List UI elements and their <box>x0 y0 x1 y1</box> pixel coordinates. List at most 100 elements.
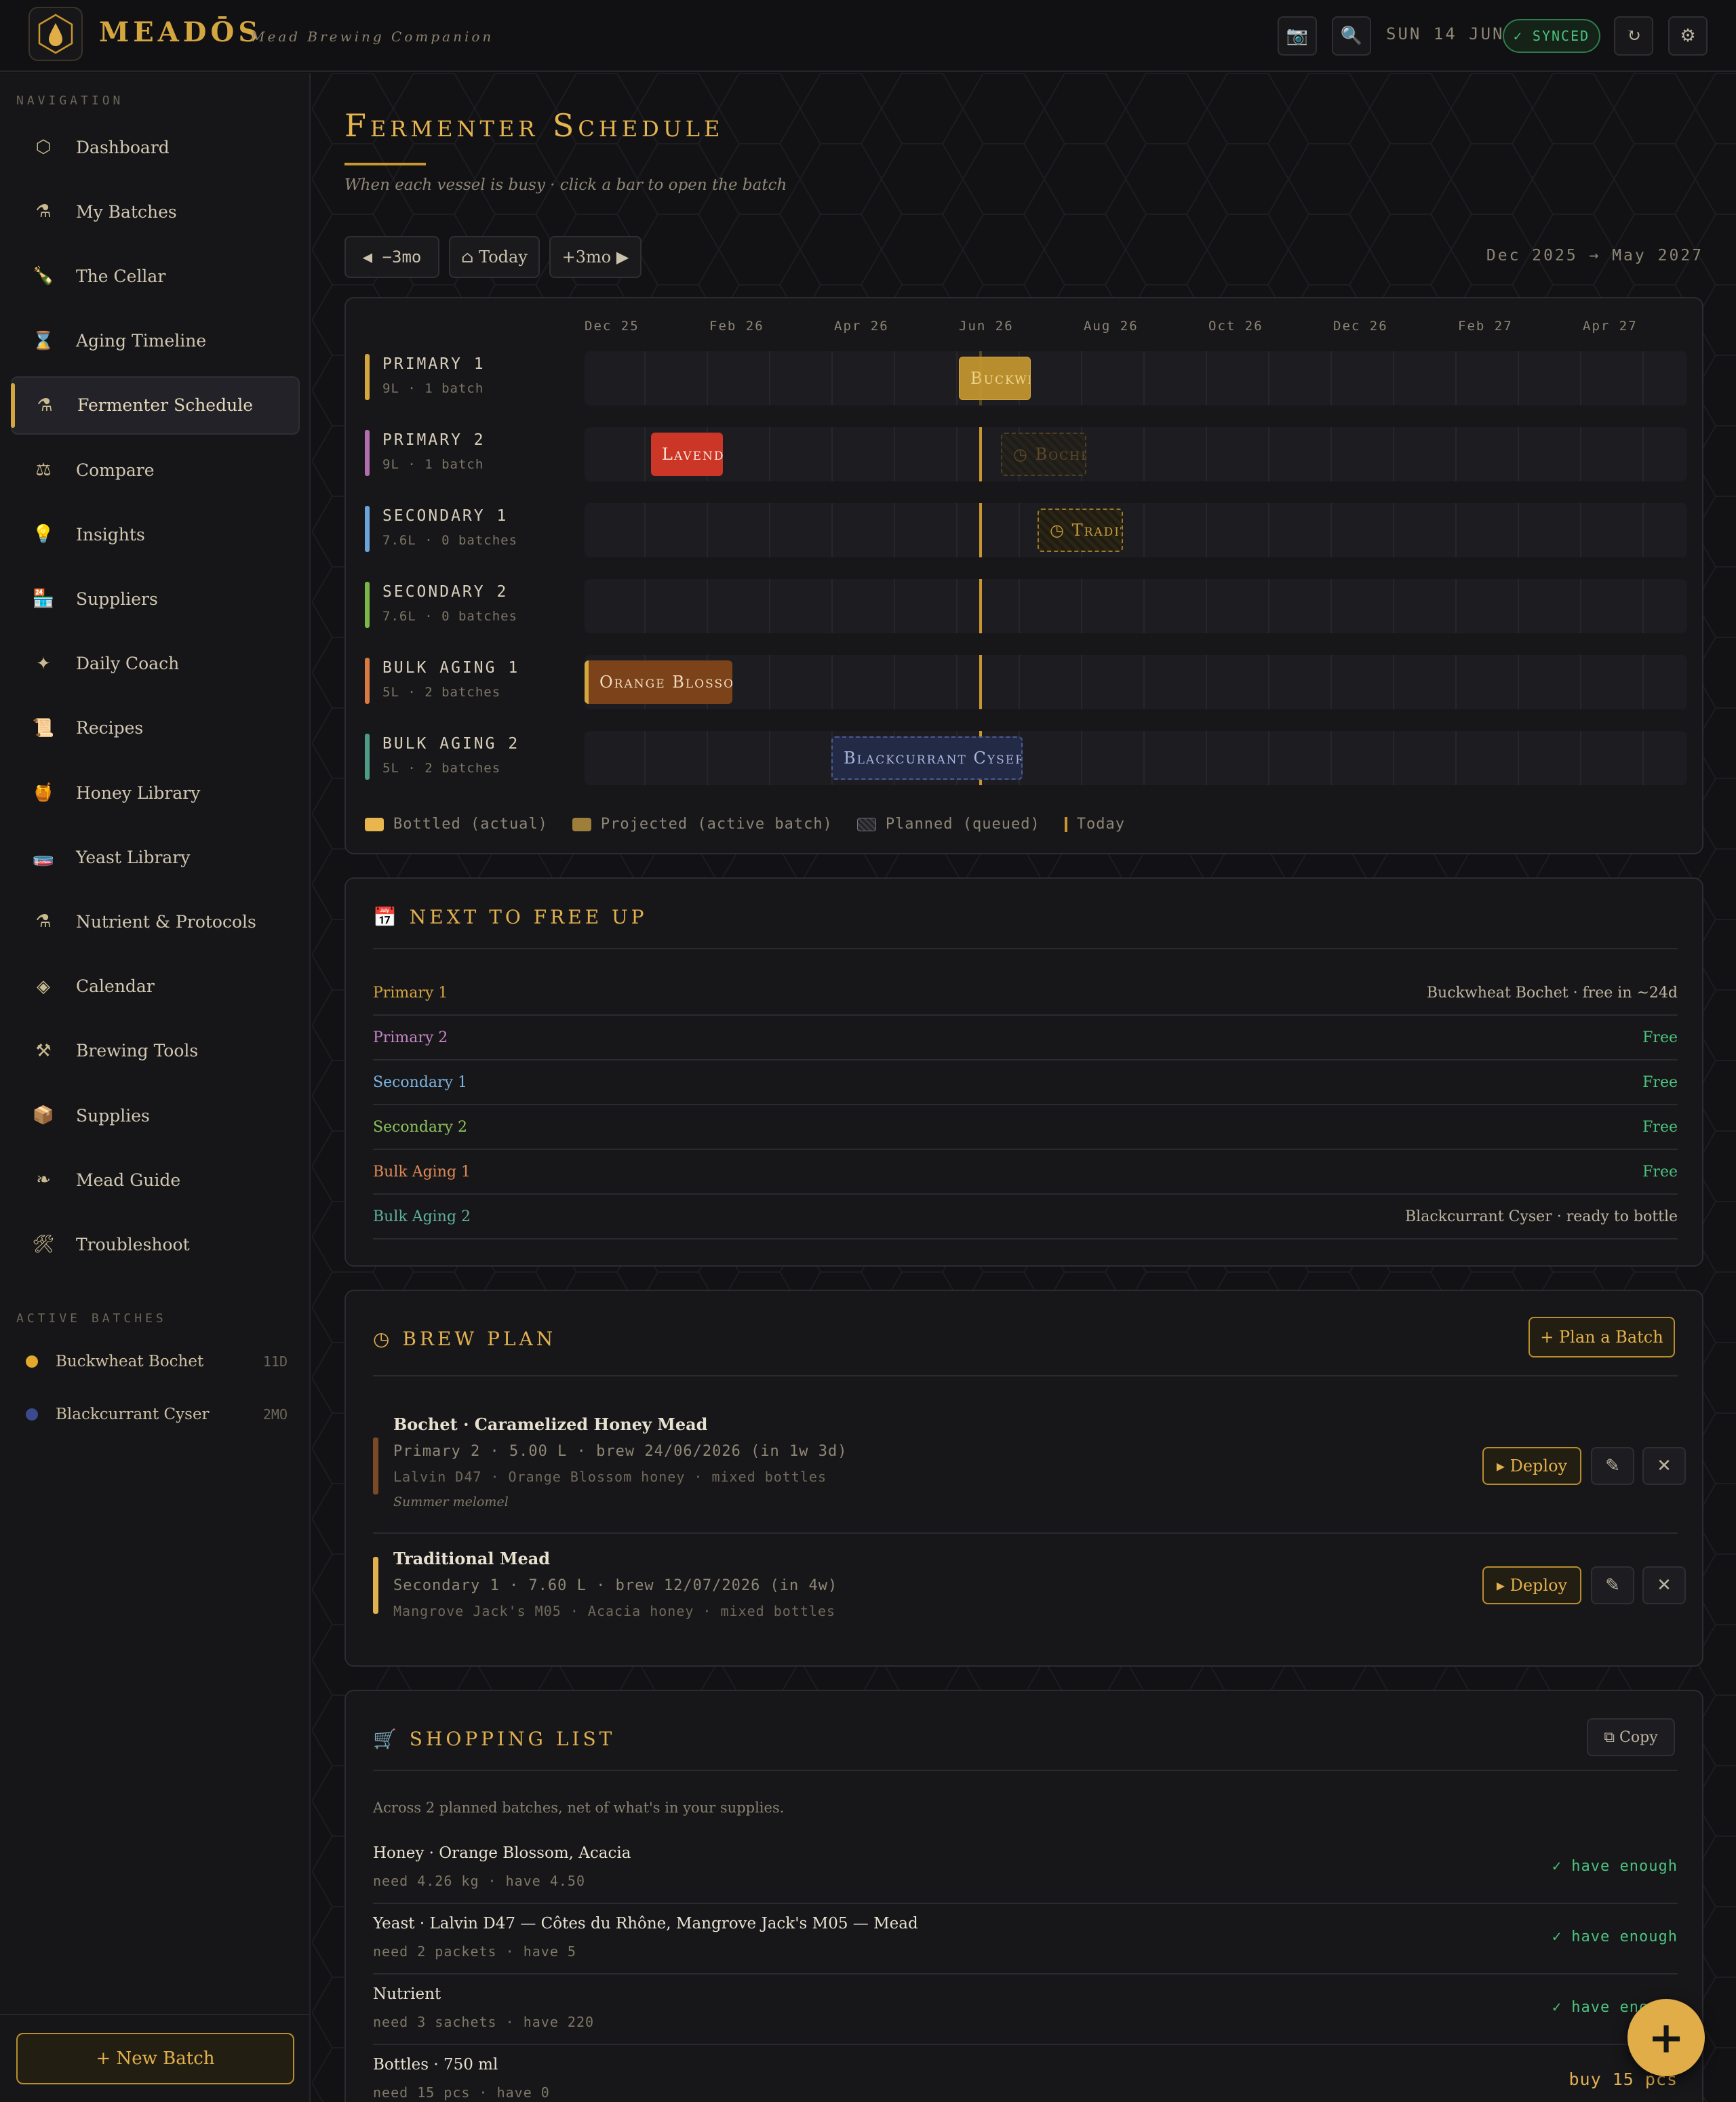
camera-button[interactable]: 📷 <box>1278 16 1317 56</box>
sidebar-item-fermenter-schedule[interactable]: ⚗ Fermenter Schedule <box>11 376 300 435</box>
bar-lavender-melomel[interactable]: Lavender Melomel <box>651 433 723 476</box>
free-up-row[interactable]: Secondary 2 Free <box>373 1105 1678 1150</box>
vessel-name: PRIMARY 1 <box>382 355 486 373</box>
planned-batch-item[interactable]: Traditional Mead Secondary 1 · 7.60 L · b… <box>373 1546 1686 1619</box>
sidebar-item-label: Calendar <box>76 976 155 997</box>
bar-orange-blossom[interactable]: Orange Blossom <box>585 660 732 704</box>
gridline <box>1518 351 1519 405</box>
vessel-track[interactable]: ◷ Traditional <box>585 503 1687 557</box>
gridline <box>1143 427 1145 481</box>
batch-name: Buckwheat Bochet <box>56 1353 204 1370</box>
gridline <box>1642 731 1644 785</box>
sidebar-item-label: The Cellar <box>76 266 166 286</box>
free-up-row[interactable]: Bulk Aging 1 Free <box>373 1150 1678 1195</box>
sidebar-item-daily-coach[interactable]: ✦ Daily Coach <box>11 635 300 693</box>
sidebar-item-compare[interactable]: ⚖ Compare <box>11 441 300 499</box>
sidebar-item-mead-guide[interactable]: ❧ Mead Guide <box>11 1151 300 1209</box>
vessel-name: BULK AGING 2 <box>382 735 520 753</box>
sidebar-item-label: My Batches <box>76 201 177 222</box>
sidebar-item-recipes[interactable]: 📜 Recipes <box>11 699 300 757</box>
sidebar-item-suppliers[interactable]: 🏪 Suppliers <box>11 570 300 628</box>
free-up-row[interactable]: Primary 2 Free <box>373 1016 1678 1060</box>
month-label: Apr 27 <box>1583 319 1638 334</box>
gridline <box>1268 427 1269 481</box>
remove-button[interactable]: ✕ <box>1642 1447 1686 1485</box>
gridline <box>831 503 833 557</box>
vessel-color-accent <box>365 354 370 400</box>
vessel-name: BULK AGING 1 <box>382 659 520 677</box>
settings-button[interactable]: ⚙ <box>1668 16 1708 56</box>
active-batch-item[interactable]: Blackcurrant Cyser 2MO <box>16 1394 288 1435</box>
sidebar-item-the-cellar[interactable]: 🍾 The Cellar <box>11 247 300 305</box>
sidebar-item-my-batches[interactable]: ⚗ My Batches <box>11 182 300 241</box>
remove-button[interactable]: ✕ <box>1642 1566 1686 1604</box>
sidebar-item-aging-timeline[interactable]: ⌛ Aging Timeline <box>11 312 300 370</box>
vessel-track[interactable]: Buckwheat Bochet <box>585 351 1687 405</box>
sidebar-item-supplies[interactable]: 📦 Supplies <box>11 1086 300 1145</box>
gridline <box>769 351 770 405</box>
sidebar-item-nutrient-protocols[interactable]: ⚗ Nutrient & Protocols <box>11 892 300 951</box>
vessel-track[interactable] <box>585 579 1687 633</box>
deploy-button[interactable]: ▸ Deploy <box>1482 1447 1581 1485</box>
vessel-meta: 5L · 2 batches <box>382 761 501 776</box>
next-3-months-button[interactable]: +3mo ▶ <box>549 236 642 278</box>
gridline <box>831 655 833 709</box>
refresh-button[interactable]: ↻ <box>1614 16 1653 56</box>
gridline <box>707 351 708 405</box>
edit-button[interactable]: ✎ <box>1591 1447 1634 1485</box>
honey-library-icon: 🍯 <box>32 782 55 803</box>
card-divider <box>373 1375 1678 1376</box>
page-subtitle: When each vessel is busy · click a bar t… <box>344 176 787 194</box>
edit-button[interactable]: ✎ <box>1591 1566 1634 1604</box>
gridline <box>1518 427 1519 481</box>
active-batch-item[interactable]: Buckwheat Bochet 11D <box>16 1341 288 1382</box>
gridline <box>769 579 770 633</box>
next-to-free-up-card: 📅 NEXT TO FREE UP Primary 1 Buckwheat Boc… <box>344 877 1703 1267</box>
gridline <box>1268 351 1269 405</box>
today-marker <box>979 427 982 481</box>
bar-buckwheat-bochet[interactable]: Buckwheat Bochet <box>959 357 1031 400</box>
gridline <box>1393 579 1394 633</box>
gridline <box>1393 427 1394 481</box>
fermenter-schedule-icon: ⚗ <box>37 395 53 416</box>
gridline <box>1081 655 1082 709</box>
vessel-meta: 9L · 1 batch <box>382 381 484 396</box>
search-button[interactable]: 🔍 <box>1332 16 1371 56</box>
plan-color-accent <box>373 1437 378 1494</box>
free-up-row[interactable]: Bulk Aging 2 Blackcurrant Cyser · ready t… <box>373 1195 1678 1240</box>
bar-blackcurrant-cyser[interactable]: Blackcurrant Cyser <box>831 736 1023 780</box>
gantt-row-primary-2: PRIMARY 2 9L · 1 batch Lavender Melomel ◷ B… <box>365 427 1687 481</box>
card-divider <box>373 1770 1678 1771</box>
plan-a-batch-button[interactable]: + Plan a Batch <box>1528 1317 1675 1357</box>
sidebar-item-troubleshoot[interactable]: 🛠 Troubleshoot <box>11 1215 300 1273</box>
gridline <box>707 731 708 785</box>
sidebar-item-yeast-library[interactable]: 🧫 Yeast Library <box>11 828 300 886</box>
shopping-item-name: Bottles · 750 ml <box>373 2056 498 2074</box>
deploy-button[interactable]: ▸ Deploy <box>1482 1566 1581 1604</box>
free-up-row[interactable]: Primary 1 Buckwheat Bochet · free in ~24d <box>373 971 1678 1016</box>
sidebar-item-brewing-tools[interactable]: ⚒ Brewing Tools <box>11 1022 300 1080</box>
new-batch-button[interactable]: + New Batch <box>16 2033 294 2084</box>
sidebar-item-dashboard[interactable]: ⬡ Dashboard <box>11 118 300 176</box>
free-up-row[interactable]: Secondary 1 Free <box>373 1060 1678 1105</box>
sidebar-item-calendar[interactable]: ◈ Calendar <box>11 957 300 1016</box>
bar-traditional-planned[interactable]: ◷ Traditional <box>1038 509 1123 552</box>
logo[interactable] <box>28 7 83 61</box>
vessel-track[interactable]: Lavender Melomel ◷ Bochet <box>585 427 1687 481</box>
sidebar-item-honey-library[interactable]: 🍯 Honey Library <box>11 764 300 822</box>
today-button[interactable]: ⌂ Today <box>449 236 540 278</box>
sidebar-item-insights[interactable]: 💡 Insights <box>11 505 300 563</box>
the-cellar-icon: 🍾 <box>32 266 55 287</box>
gridline <box>956 655 958 709</box>
copy-button[interactable]: ⧉ Copy <box>1587 1718 1675 1756</box>
vessel-track[interactable]: Orange Blossom <box>585 655 1687 709</box>
vessel-track[interactable]: Blackcurrant Cyser <box>585 731 1687 785</box>
planned-batch-item[interactable]: Bochet · Caramelized Honey Mead Primary 2… <box>373 1410 1686 1527</box>
gridline <box>894 579 895 633</box>
date-range-label: Dec 2025 → May 2027 <box>1486 247 1703 264</box>
prev-3-months-button[interactable]: ◀ −3mo <box>344 236 439 278</box>
add-fab-button[interactable]: + <box>1628 1999 1705 2076</box>
bar-bochet-planned[interactable]: ◷ Bochet <box>1001 433 1086 476</box>
shopping-note: Across 2 planned batches, net of what's … <box>373 1800 785 1816</box>
sidebar-item-label: Troubleshoot <box>76 1234 190 1254</box>
